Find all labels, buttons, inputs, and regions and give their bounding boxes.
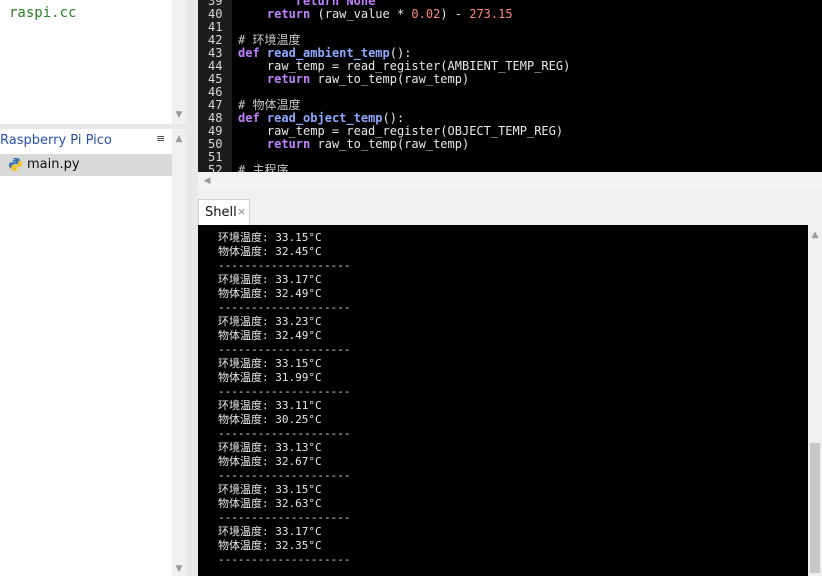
tab-shell-label: Shell [205, 205, 237, 220]
code-token: return [266, 137, 311, 151]
scroll-down-icon[interactable]: ▼ [172, 562, 186, 576]
shell-line: 环境温度: 33.15°C [218, 231, 322, 244]
scroll-up-icon[interactable]: ▲ [808, 228, 822, 242]
column-splitter[interactable] [186, 0, 198, 576]
shell-line: 环境温度: 33.17°C [218, 273, 322, 286]
code-text: return raw_to_temp(raw_temp) [238, 138, 469, 151]
shell-line: 物体温度: 32.67°C [218, 455, 322, 468]
code-text: return (raw_value * 0.02) - 273.15 [238, 8, 513, 21]
shell-line: 物体温度: 32.45°C [218, 245, 322, 258]
code-text: return raw_to_temp(raw_temp) [238, 73, 469, 86]
shell-output[interactable]: 环境温度: 33.15°C 物体温度: 32.45°C --------------… [198, 225, 808, 576]
shell-line: 物体温度: 32.49°C [218, 329, 322, 342]
file-label: main.py [27, 157, 80, 172]
code-token: # 主程序 [238, 163, 289, 173]
shell-line: 环境温度: 33.13°C [218, 441, 322, 454]
shell-line: 环境温度: 33.15°C [218, 357, 322, 370]
scroll-down-icon[interactable]: ▼ [172, 108, 186, 122]
shell-line: 环境温度: 33.23°C [218, 315, 322, 328]
code-token: return [266, 7, 311, 21]
shell-line: 物体温度: 32.35°C [218, 539, 322, 552]
shell-line: 物体温度: 31.99°C [218, 371, 322, 384]
tab-shell[interactable]: Shell × [198, 199, 250, 225]
shell-line: -------------------- [218, 385, 351, 398]
scroll-up-icon[interactable]: ▲ [172, 132, 186, 146]
code-token: (): [382, 111, 405, 125]
device-files-panel: Raspberry Pi Pico ≡ main.py ▲ ▼ [0, 129, 186, 576]
shell-line: 环境温度: 33.15°C [218, 483, 322, 496]
python-icon [8, 157, 23, 172]
shell-line: 物体温度: 32.49°C [218, 287, 322, 300]
left-top-text: raspi.cc [9, 5, 77, 21]
code-token: raw_temp = read_register(AMBIENT_TEMP_RE… [238, 59, 571, 73]
shell-line: -------------------- [218, 301, 351, 314]
shell-line: 物体温度: 30.25°C [218, 413, 322, 426]
shell-line: -------------------- [218, 259, 351, 272]
code-token: read_object_temp [266, 111, 383, 125]
device-panel-title: Raspberry Pi Pico [0, 133, 112, 148]
shell-line: 环境温度: 33.11°C [218, 399, 322, 412]
scroll-left-icon[interactable]: ◀ [200, 174, 214, 188]
editor-horizontal-scrollbar[interactable]: ◀ [198, 172, 822, 189]
shell-line: -------------------- [218, 427, 351, 440]
code-token: ) - [440, 7, 470, 21]
device-panel-header: Raspberry Pi Pico ≡ [0, 129, 172, 153]
shell-line: -------------------- [218, 553, 351, 566]
editor-shell-splitter[interactable] [198, 189, 822, 199]
shell-line: -------------------- [218, 343, 351, 356]
code-token: 273.15 [469, 7, 513, 21]
shell-scrollbar[interactable]: ▲ [808, 225, 822, 576]
code-token: def [238, 46, 260, 60]
code-token: 0.02 [411, 7, 441, 21]
scrollbar-thumb[interactable] [810, 443, 820, 573]
code-token: (raw_value * [310, 7, 412, 21]
left-top-scrollbar[interactable]: ▼ [172, 0, 186, 124]
code-editor[interactable]: 39 return None 40 return (raw_value * 0.0… [198, 0, 822, 172]
shell-line: -------------------- [218, 469, 351, 482]
code-token: raw_to_temp(raw_temp) [310, 72, 470, 86]
line-number: 52 [208, 163, 223, 173]
shell-line: -------------------- [218, 511, 351, 524]
device-panel-scrollbar[interactable]: ▲ ▼ [172, 129, 186, 576]
code-token: def [238, 111, 260, 125]
code-token: return [266, 72, 311, 86]
hamburger-icon[interactable]: ≡ [156, 132, 165, 145]
shell-line: 物体温度: 32.63°C [218, 497, 322, 510]
code-token: # 物体温度 [238, 98, 301, 112]
close-icon[interactable]: × [237, 205, 246, 218]
file-item-main-py[interactable]: main.py [0, 154, 172, 176]
shell-line: 环境温度: 33.17°C [218, 525, 322, 538]
left-top-panel: raspi.cc ▼ [0, 0, 186, 124]
code-token: # 环境温度 [238, 33, 301, 47]
code-token: (): [389, 46, 412, 60]
code-token: raw_temp = read_register(OBJECT_TEMP_REG… [238, 124, 564, 138]
code-token: raw_to_temp(raw_temp) [310, 137, 470, 151]
shell-tab-bar: Shell × [198, 199, 822, 225]
code-token: read_ambient_temp [266, 46, 390, 60]
code-text: # 主程序 [238, 163, 289, 173]
